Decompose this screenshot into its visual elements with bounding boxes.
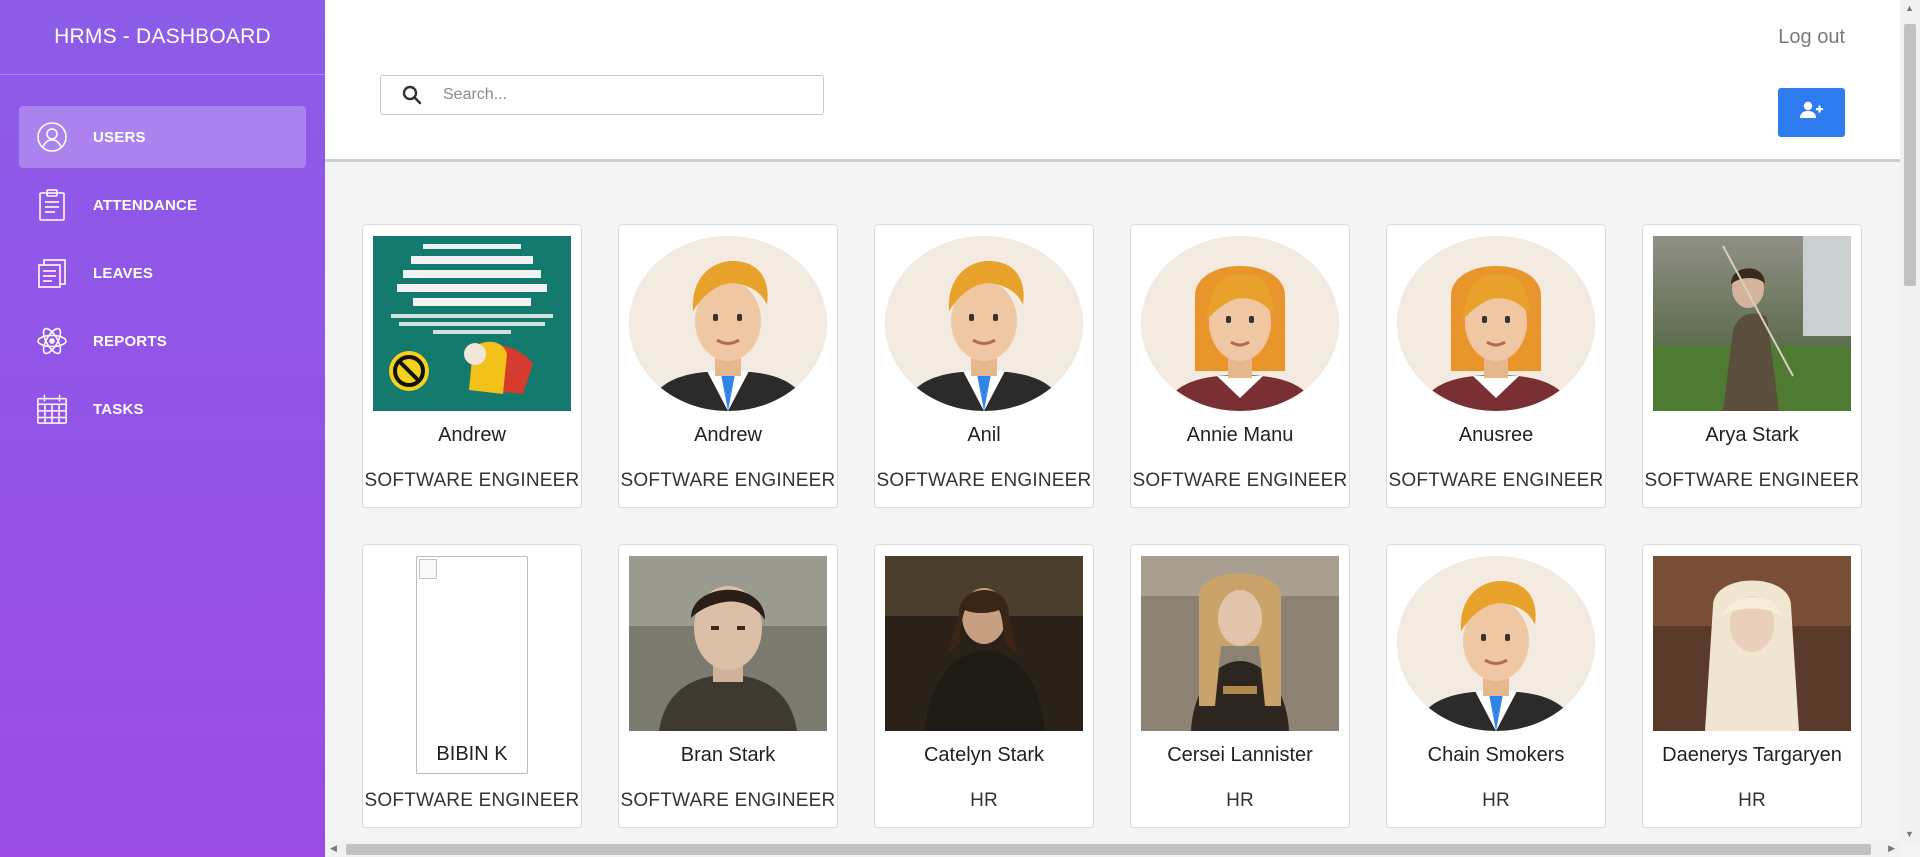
user-role: HR (1738, 790, 1766, 811)
user-role: SOFTWARE ENGINEER (1644, 470, 1860, 491)
sidebar-item-reports[interactable]: REPORTS (19, 310, 306, 372)
search-icon (381, 85, 443, 105)
user-card[interactable]: Cersei Lannister HR (1130, 544, 1350, 828)
scroll-left-icon[interactable]: ◀ (330, 843, 337, 854)
sidebar-item-attendance[interactable]: ATTENDANCE (19, 174, 306, 236)
user-name: BIBIN K (436, 743, 508, 765)
vertical-scrollbar[interactable]: ▲ ▼ (1900, 0, 1920, 842)
add-user-button[interactable] (1778, 88, 1845, 137)
user-role: HR (1226, 790, 1254, 811)
broken-image (416, 556, 528, 774)
calendar-icon (36, 391, 68, 427)
user-avatar (1397, 236, 1595, 411)
user-card[interactable]: Anusree SOFTWARE ENGINEER (1386, 224, 1606, 508)
user-card[interactable]: Bran Stark SOFTWARE ENGINEER (618, 544, 838, 828)
user-role: SOFTWARE ENGINEER (364, 470, 580, 491)
user-card[interactable]: Chain Smokers HR (1386, 544, 1606, 828)
user-card[interactable]: Annie Manu SOFTWARE ENGINEER (1130, 224, 1350, 508)
sidebar-item-leaves[interactable]: LEAVES (19, 242, 306, 304)
sidebar-item-label: REPORTS (93, 332, 167, 350)
user-photo (885, 556, 1083, 731)
brand-title: HRMS - DASHBOARD (0, 0, 325, 75)
user-avatar (1397, 556, 1595, 731)
user-role: SOFTWARE ENGINEER (620, 790, 836, 811)
user-name: Daenerys Targaryen (1662, 744, 1842, 766)
sidebar-nav: USERS ATTENDANCE LEAVES REPORTS TASKS (0, 75, 325, 440)
user-card[interactable]: BIBIN K SOFTWARE ENGINEER (362, 544, 582, 828)
user-name: Catelyn Stark (923, 744, 1045, 766)
user-name: Anusree (1458, 424, 1534, 446)
user-card[interactable]: Andrew SOFTWARE ENGINEER (618, 224, 838, 508)
user-role: SOFTWARE ENGINEER (364, 790, 580, 811)
user-name: Bran Stark (680, 744, 776, 766)
horizontal-scroll-thumb[interactable] (346, 844, 1871, 855)
vertical-scroll-thumb[interactable] (1904, 24, 1916, 286)
scroll-up-icon[interactable]: ▲ (1905, 3, 1914, 13)
horizontal-scrollbar[interactable]: ◀ ▶ (325, 841, 1900, 857)
sidebar-item-label: LEAVES (93, 264, 154, 282)
user-role: HR (1482, 790, 1510, 811)
user-photo (629, 556, 827, 731)
user-card[interactable]: Anil SOFTWARE ENGINEER (874, 224, 1094, 508)
user-avatar (885, 236, 1083, 411)
documents-icon (36, 255, 68, 291)
sidebar-item-users[interactable]: USERS (19, 106, 306, 168)
user-name: Andrew (438, 424, 506, 446)
user-name: Chain Smokers (1427, 744, 1565, 766)
atom-icon (36, 323, 68, 359)
users-grid: Andrew SOFTWARE ENGINEER Andrew SOFTWARE… (362, 224, 1862, 828)
clipboard-icon (36, 187, 68, 223)
sidebar-item-tasks[interactable]: TASKS (19, 378, 306, 440)
user-photo (1653, 556, 1851, 731)
sidebar: HRMS - DASHBOARD USERS ATTENDANCE LEAVES… (0, 0, 325, 857)
sidebar-item-label: ATTENDANCE (93, 196, 198, 214)
user-card[interactable]: Arya Stark SOFTWARE ENGINEER (1642, 224, 1862, 508)
user-name: Andrew (694, 424, 762, 446)
user-card[interactable]: Andrew SOFTWARE ENGINEER (362, 224, 582, 508)
user-role: HR (970, 790, 998, 811)
user-photo (1653, 236, 1851, 411)
scroll-right-icon[interactable]: ▶ (1888, 843, 1895, 854)
user-role: SOFTWARE ENGINEER (1388, 470, 1604, 491)
search-input[interactable] (443, 86, 803, 104)
search-box[interactable] (380, 75, 824, 115)
user-avatar (629, 236, 827, 411)
user-card[interactable]: Daenerys Targaryen HR (1642, 544, 1862, 828)
user-photo (373, 236, 571, 411)
scroll-down-icon[interactable]: ▼ (1905, 829, 1914, 839)
user-name: Anil (967, 424, 1001, 446)
user-name: Cersei Lannister (1167, 744, 1313, 766)
logout-link[interactable]: Log out (1778, 26, 1845, 49)
user-photo (1141, 556, 1339, 731)
broken-image-icon (419, 559, 437, 579)
user-role: SOFTWARE ENGINEER (620, 470, 836, 491)
user-avatar (1141, 236, 1339, 411)
sidebar-item-label: USERS (93, 128, 146, 146)
user-role: SOFTWARE ENGINEER (1132, 470, 1348, 491)
user-role: SOFTWARE ENGINEER (876, 470, 1092, 491)
add-user-icon (1799, 101, 1824, 124)
top-header: Log out (325, 0, 1900, 162)
user-name: Annie Manu (1186, 424, 1294, 446)
user-icon (36, 119, 68, 155)
sidebar-item-label: TASKS (93, 400, 144, 418)
user-name: Arya Stark (1705, 424, 1799, 446)
user-card[interactable]: Catelyn Stark HR (874, 544, 1094, 828)
